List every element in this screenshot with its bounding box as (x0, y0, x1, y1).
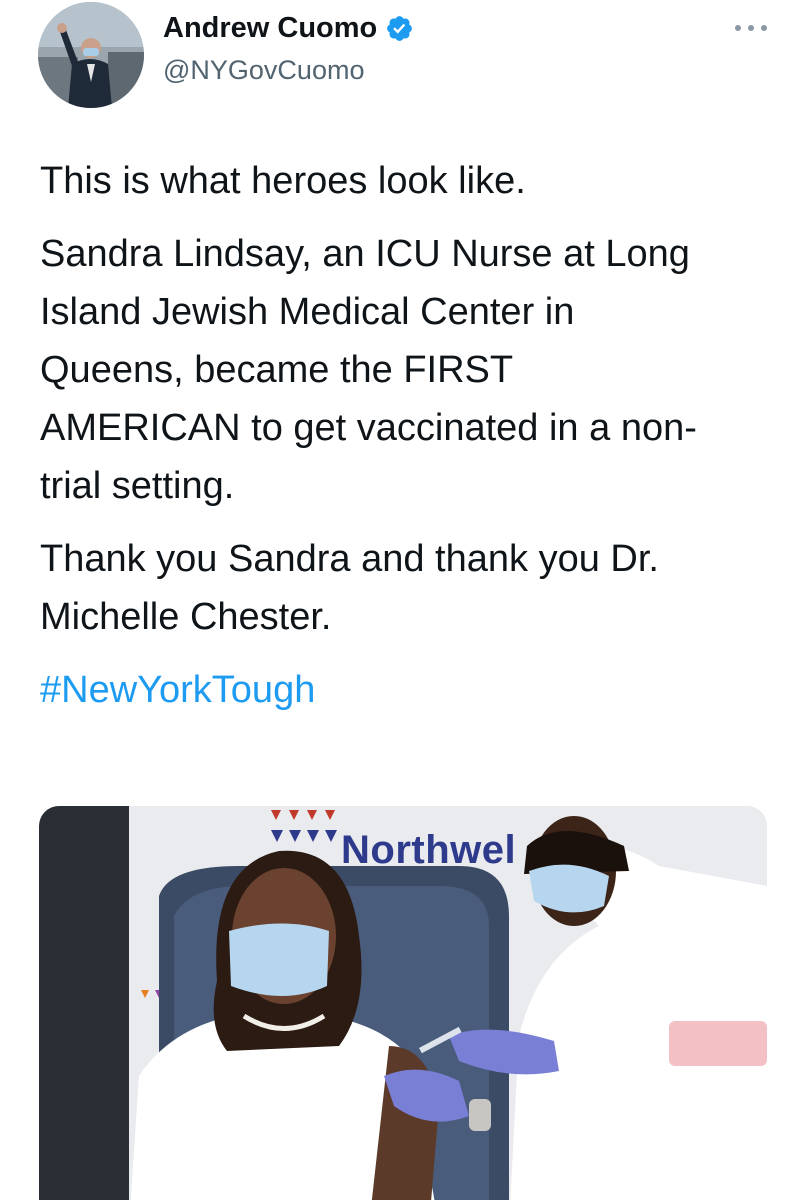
tweet: Andrew Cuomo @NYGovCuomo This is what he… (0, 0, 807, 1200)
more-dots-icon[interactable] (735, 18, 767, 38)
author-name-row[interactable]: Andrew Cuomo (163, 12, 414, 45)
tweet-body: This is what heroes look like. Sandra Li… (40, 152, 775, 734)
tweet-paragraph-2: Sandra Lindsay, an ICU Nurse at Long Isl… (40, 233, 697, 507)
author-display-name[interactable]: Andrew Cuomo (163, 12, 377, 45)
tweet-paragraph-1: This is what heroes look like. (40, 160, 526, 202)
hashtag-link[interactable]: #NewYorkTough (40, 661, 775, 719)
avatar-image (38, 2, 144, 108)
verified-badge-icon (387, 16, 413, 41)
avatar[interactable] (38, 2, 144, 108)
author-handle[interactable]: @NYGovCuomo (163, 55, 364, 86)
photo-sign-text: Northwel (341, 828, 517, 872)
tweet-photo[interactable]: Northwel (39, 806, 767, 1200)
tweet-paragraph-3: Thank you Sandra and thank you Dr. Miche… (40, 538, 659, 638)
